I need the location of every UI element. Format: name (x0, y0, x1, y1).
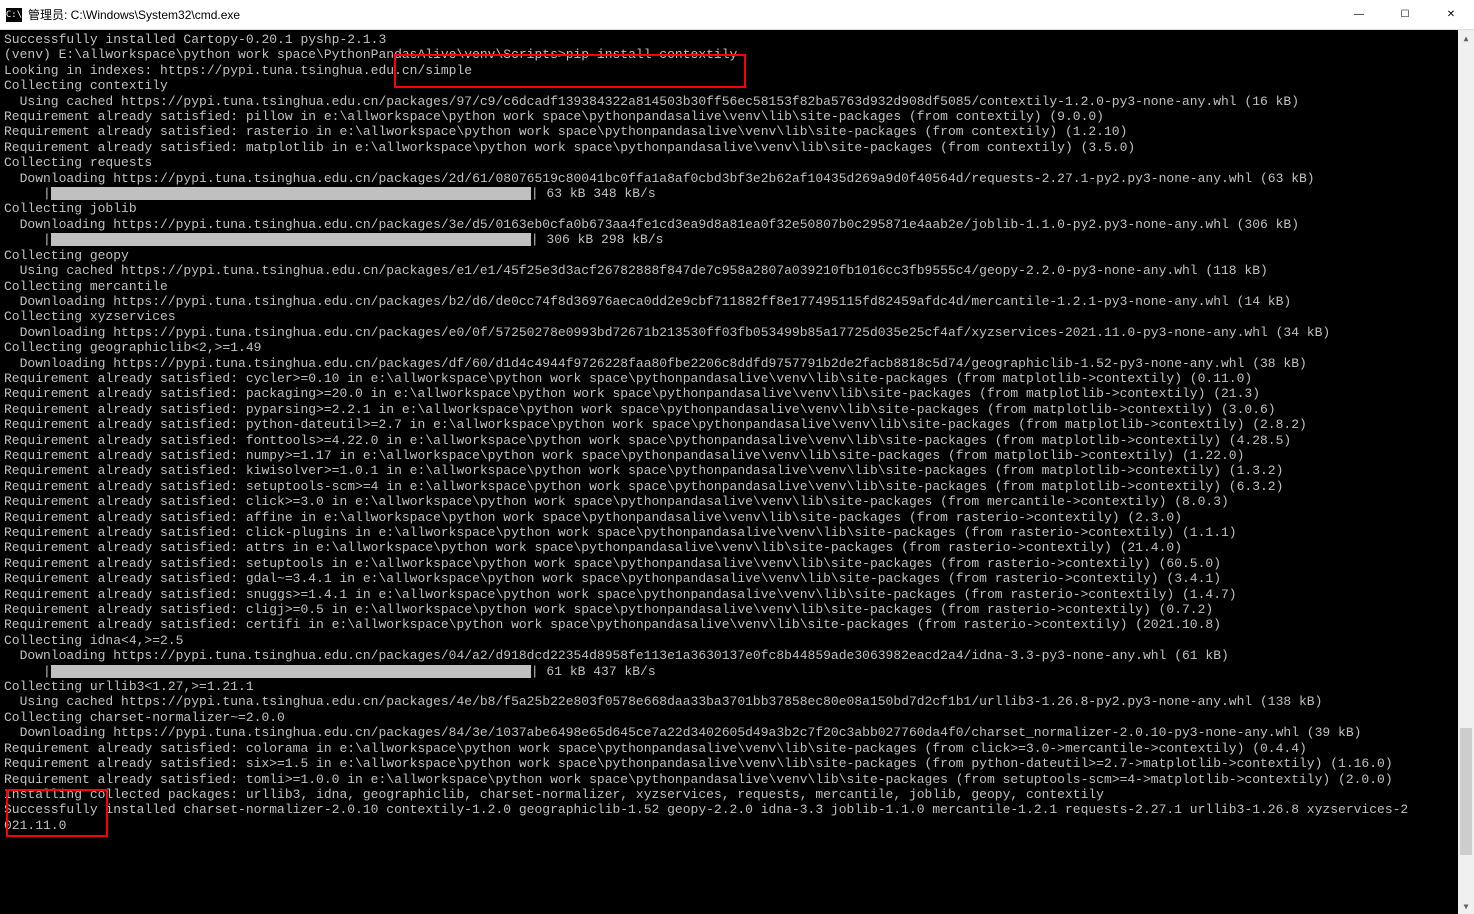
window-title: 管理员: C:\Windows\System32\cmd.exe (28, 6, 240, 23)
terminal-line: Collecting urllib3<1.27,>=1.21.1 (4, 679, 1470, 694)
titlebar-left: C:\ 管理员: C:\Windows\System32\cmd.exe (0, 6, 240, 23)
terminal-line: Requirement already satisfied: cligj>=0.… (4, 602, 1470, 617)
terminal-line: Downloading https://pypi.tuna.tsinghua.e… (4, 294, 1470, 309)
terminal-line: Requirement already satisfied: setuptool… (4, 556, 1470, 571)
terminal-line: Downloading https://pypi.tuna.tsinghua.e… (4, 325, 1470, 340)
terminal-line: Collecting xyzservices (4, 309, 1470, 324)
terminal-line: Requirement already satisfied: kiwisolve… (4, 463, 1470, 478)
progress-bar-fill (51, 187, 531, 200)
terminal-line: Downloading https://pypi.tuna.tsinghua.e… (4, 725, 1470, 740)
progress-bar-fill (51, 665, 531, 678)
maximize-button[interactable]: ☐ (1382, 0, 1428, 30)
terminal-line: Requirement already satisfied: matplotli… (4, 140, 1470, 155)
terminal-line: Collecting idna<4,>=2.5 (4, 633, 1470, 648)
scroll-up-arrow-icon[interactable]: ▲ (1458, 30, 1474, 46)
terminal-line: Looking in indexes: https://pypi.tuna.ts… (4, 63, 1470, 78)
minimize-button[interactable]: — (1336, 0, 1382, 30)
scroll-down-arrow-icon[interactable]: ▼ (1458, 898, 1474, 914)
terminal-line: Requirement already satisfied: colorama … (4, 741, 1470, 756)
terminal-line: Installing collected packages: urllib3, … (4, 787, 1470, 802)
scrollbar-track[interactable] (1458, 46, 1474, 898)
terminal-line: || 61 kB 437 kB/s (4, 664, 1470, 679)
terminal-line: Collecting mercantile (4, 279, 1470, 294)
progress-bar-fill (51, 233, 531, 246)
terminal-line: Using cached https://pypi.tuna.tsinghua.… (4, 694, 1470, 709)
close-button[interactable]: ✕ (1428, 0, 1474, 30)
terminal-line: Downloading https://pypi.tuna.tsinghua.e… (4, 648, 1470, 663)
terminal-line: Requirement already satisfied: affine in… (4, 510, 1470, 525)
terminal-line: Requirement already satisfied: packaging… (4, 386, 1470, 401)
terminal-line: Collecting requests (4, 155, 1470, 170)
terminal-line: Successfully installed Cartopy-0.20.1 py… (4, 32, 1470, 47)
terminal-line: Requirement already satisfied: gdal~=3.4… (4, 571, 1470, 586)
terminal-line: Requirement already satisfied: click>=3.… (4, 494, 1470, 509)
terminal-line: Collecting contextily (4, 78, 1470, 93)
terminal-line: Using cached https://pypi.tuna.tsinghua.… (4, 94, 1470, 109)
terminal-line: Requirement already satisfied: fonttools… (4, 433, 1470, 448)
terminal-line: (venv) E:\allworkspace\python work space… (4, 47, 1470, 62)
terminal-line: Requirement already satisfied: pyparsing… (4, 402, 1470, 417)
window-titlebar: C:\ 管理员: C:\Windows\System32\cmd.exe — ☐… (0, 0, 1474, 30)
terminal-line: Requirement already satisfied: cycler>=0… (4, 371, 1470, 386)
terminal-line: Downloading https://pypi.tuna.tsinghua.e… (4, 217, 1470, 232)
terminal-line: Requirement already satisfied: snuggs>=1… (4, 587, 1470, 602)
terminal-line: Collecting geographiclib<2,>=1.49 (4, 340, 1470, 355)
terminal-line: Requirement already satisfied: certifi i… (4, 617, 1470, 632)
terminal-line: Collecting charset-normalizer~=2.0.0 (4, 710, 1470, 725)
cmd-icon: C:\ (6, 8, 22, 22)
vertical-scrollbar[interactable]: ▲ ▼ (1458, 30, 1474, 914)
window-controls: — ☐ ✕ (1336, 0, 1474, 30)
terminal-line: Requirement already satisfied: rasterio … (4, 124, 1470, 139)
terminal-line: Requirement already satisfied: six>=1.5 … (4, 756, 1470, 771)
terminal-line: Requirement already satisfied: setuptool… (4, 479, 1470, 494)
terminal-line: Requirement already satisfied: tomli>=1.… (4, 772, 1470, 787)
terminal-line: Requirement already satisfied: pillow in… (4, 109, 1470, 124)
terminal-line: 021.11.0 (4, 818, 1470, 833)
terminal-line: Downloading https://pypi.tuna.tsinghua.e… (4, 356, 1470, 371)
terminal-line: Collecting joblib (4, 201, 1470, 216)
terminal-line: || 306 kB 298 kB/s (4, 232, 1470, 247)
terminal-line: Requirement already satisfied: python-da… (4, 417, 1470, 432)
terminal-line: Using cached https://pypi.tuna.tsinghua.… (4, 263, 1470, 278)
terminal-line: Downloading https://pypi.tuna.tsinghua.e… (4, 171, 1470, 186)
terminal-line: Successfully installed charset-normalize… (4, 802, 1470, 817)
terminal-output[interactable]: Successfully installed Cartopy-0.20.1 py… (0, 30, 1474, 914)
terminal-line: Requirement already satisfied: click-plu… (4, 525, 1470, 540)
terminal-line: || 63 kB 348 kB/s (4, 186, 1470, 201)
terminal-line: Requirement already satisfied: attrs in … (4, 540, 1470, 555)
terminal-line: Collecting geopy (4, 248, 1470, 263)
scrollbar-thumb[interactable] (1460, 728, 1472, 856)
terminal-line: Requirement already satisfied: numpy>=1.… (4, 448, 1470, 463)
